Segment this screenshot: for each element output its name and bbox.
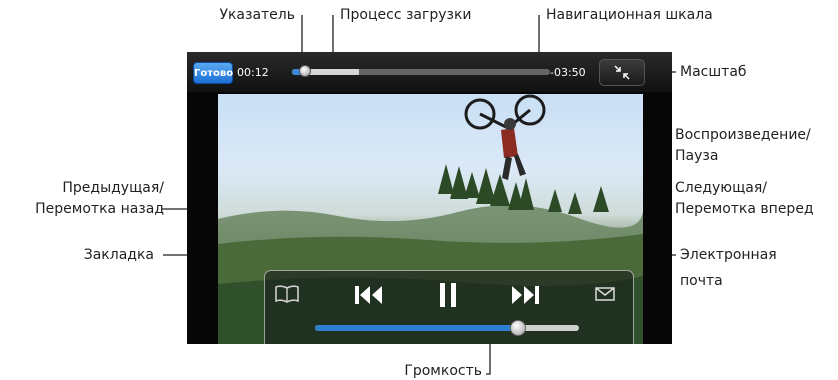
callout-play-pause-line2: Пауза	[675, 148, 719, 164]
video-frame[interactable]	[218, 94, 643, 344]
volume-knob[interactable]	[510, 320, 527, 336]
volume-slider[interactable]	[315, 325, 579, 331]
callout-next-line1: Следующая/	[675, 180, 767, 196]
navigation-scale[interactable]	[292, 69, 550, 75]
playhead-pointer[interactable]	[298, 65, 311, 77]
callout-email-line1: Электронная	[680, 247, 777, 263]
callout-load-progress: Процесс загрузки	[340, 7, 472, 23]
callout-prev-line2: Перемотка назад	[35, 201, 164, 217]
pause-icon[interactable]	[437, 281, 459, 309]
callout-scale: Масштаб	[680, 64, 747, 80]
shrink-arrows-icon	[614, 65, 630, 80]
done-button[interactable]: Готово	[193, 62, 233, 84]
envelope-icon[interactable]	[594, 285, 616, 303]
video-player: Готово 00:12 -03:50	[187, 52, 672, 344]
scale-button[interactable]	[599, 59, 645, 86]
skip-back-icon[interactable]	[353, 283, 385, 307]
top-bar: Готово 00:12 -03:50	[187, 52, 672, 92]
volume-fill	[315, 325, 519, 331]
callout-play-pause-line1: Воспроизведение/	[675, 127, 811, 143]
remaining-time: -03:50	[550, 66, 586, 79]
book-icon[interactable]	[273, 283, 301, 305]
elapsed-time: 00:12	[237, 66, 269, 79]
callout-bookmark: Закладка	[83, 247, 154, 263]
callout-volume: Громкость	[404, 363, 482, 379]
callout-pointer: Указатель	[219, 7, 295, 23]
control-panel	[264, 270, 634, 344]
callout-email-line2: почта	[680, 273, 723, 289]
callout-next-line2: Перемотка вперед	[675, 201, 814, 217]
callout-nav-scale: Навигационная шкала	[546, 7, 713, 23]
skip-forward-icon[interactable]	[509, 283, 541, 307]
callout-prev-line1: Предыдущая/	[62, 180, 164, 196]
